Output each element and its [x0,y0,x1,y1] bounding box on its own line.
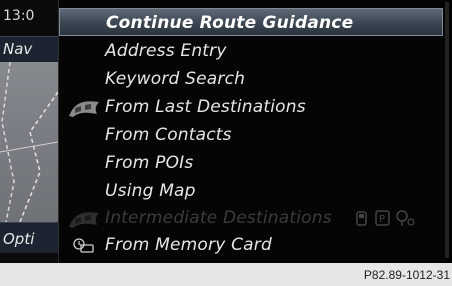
menu-item-label: Using Map [105,181,196,201]
menu-item-label: Keyword Search [105,69,246,89]
menu-item-label: Intermediate Destinations [105,208,332,228]
menu-item-continue-route-guidance[interactable]: Continue Route Guidance [59,8,443,36]
menu-item-from-pois[interactable]: From POIs [59,149,443,177]
memory-card-icon [73,238,95,258]
menu-item-address-entry[interactable]: Address Entry [59,37,443,65]
menu-item-intermediate-destinations: Intermediate Destinations P [59,204,443,232]
tree-icon [395,209,417,231]
clock: 13:0 [3,8,35,24]
navigation-screen: 13:0 Nav Opti Continue Route Guidance Ad… [0,0,452,263]
menu-item-from-memory-card[interactable]: From Memory Card [59,231,443,259]
menu-item-using-map[interactable]: Using Map [59,177,443,205]
map-roads [0,62,58,222]
figure-caption: P82.89-1012-31 [363,268,450,282]
menu-item-from-last-destinations[interactable]: From Last Destinations [59,93,443,121]
menu-item-label: From Memory Card [105,235,272,255]
checkered-flag-icon [67,209,101,233]
checkered-flag-icon [67,98,101,122]
map-preview [0,62,58,222]
menu-item-from-contacts[interactable]: From Contacts [59,121,443,149]
background-map-strip: 13:0 Nav Opti [0,0,58,263]
nav-tab-label: Nav [3,40,33,58]
menu-item-label: Address Entry [105,41,227,61]
menu-item-keyword-search[interactable]: Keyword Search [59,65,443,93]
nav-tab[interactable]: Nav [0,36,58,64]
parking-icon: P [375,209,391,231]
options-tab-label: Opti [3,230,35,248]
fuel-icon [355,209,369,231]
svg-text:P: P [379,214,385,225]
menu-item-label: From Last Destinations [105,97,306,117]
menu-item-label: From POIs [105,153,194,173]
menu-item-label: From Contacts [105,125,232,145]
menu-scrollbar[interactable] [445,2,449,258]
options-tab[interactable]: Opti [0,222,58,253]
menu-item-label: Continue Route Guidance [106,13,354,33]
destination-menu: Continue Route Guidance Address Entry Ke… [58,0,449,263]
